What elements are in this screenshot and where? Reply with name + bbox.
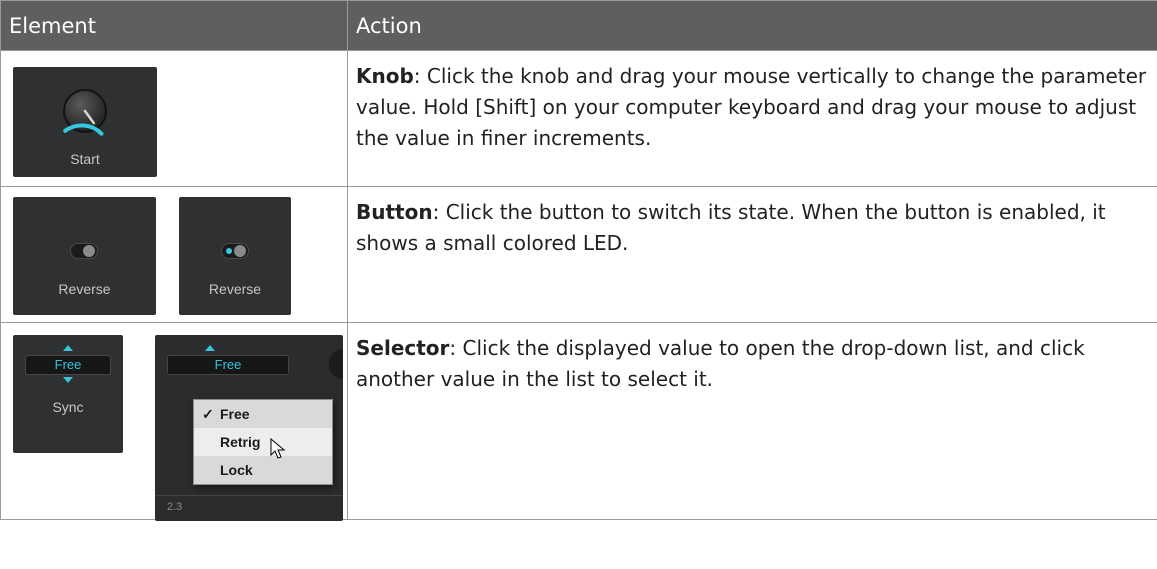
action-description: Button: Click the button to switch its s… <box>348 187 1157 259</box>
selector-value[interactable]: Free <box>25 355 111 375</box>
knob-icon[interactable] <box>13 67 157 147</box>
background-readout: 2.3 <box>167 501 183 513</box>
description-text: : Click the knob and drag your mouse ver… <box>356 64 1147 150</box>
action-description: Knob: Click the knob and drag your mouse… <box>348 51 1157 154</box>
term-selector: Selector <box>356 336 450 360</box>
term-button: Button <box>356 200 433 224</box>
table-row: Free Sync Free 2.3 ✓ Free Retrig Lock Se… <box>0 322 1157 521</box>
term-knob: Knob <box>356 64 414 88</box>
description-text: : Click the displayed value to open the … <box>356 336 1085 391</box>
button-on-panel: Reverse <box>179 197 291 315</box>
selector-closed-panel: Free Sync <box>13 335 123 453</box>
element-cell-selector: Free Sync Free 2.3 ✓ Free Retrig Lock <box>0 322 348 521</box>
selector-value-open[interactable]: Free <box>167 355 289 375</box>
element-action-table: Element Action Start Knob: Click the kno… <box>0 0 1157 521</box>
dropdown-option-retrig[interactable]: Retrig <box>194 428 332 459</box>
element-cell-knob: Start <box>0 50 348 187</box>
checkmark-icon: ✓ <box>202 406 214 422</box>
dropdown-option-free[interactable]: ✓ Free <box>194 400 332 428</box>
button-on-label: Reverse <box>208 281 262 297</box>
knob-label: Start <box>70 151 100 167</box>
action-cell-button: Button: Click the button to switch its s… <box>347 186 1157 323</box>
button-off-label: Reverse <box>58 281 111 297</box>
arrow-up-icon[interactable] <box>63 345 73 351</box>
selector-open-panel: Free 2.3 ✓ Free Retrig Lock <box>155 335 343 521</box>
knob-panel: Start <box>13 67 157 177</box>
action-cell-selector: Selector: Click the displayed value to o… <box>347 322 1157 520</box>
selector-label: Sync <box>52 399 84 415</box>
table-row: Start Knob: Click the knob and drag your… <box>0 50 1157 187</box>
description-text: : Click the button to switch its state. … <box>356 200 1106 255</box>
table-header-row: Element Action <box>0 0 1157 51</box>
table-row: Reverse Reverse Button: Click the button… <box>0 186 1157 323</box>
arrow-up-icon[interactable] <box>205 345 215 351</box>
led-indicator <box>226 248 232 254</box>
toggle-off-icon[interactable] <box>70 243 98 259</box>
dropdown-option-lock[interactable]: Lock <box>194 456 332 484</box>
button-off-panel: Reverse <box>13 197 156 315</box>
element-cell-button: Reverse Reverse <box>0 186 348 323</box>
arrow-down-icon[interactable] <box>63 377 73 383</box>
column-header-element: Element <box>0 0 348 51</box>
action-description: Selector: Click the displayed value to o… <box>348 323 1157 395</box>
toggle-on-icon[interactable] <box>221 243 249 259</box>
column-header-action: Action <box>347 0 1157 51</box>
selector-dropdown: ✓ Free Retrig Lock <box>193 399 333 485</box>
action-cell-knob: Knob: Click the knob and drag your mouse… <box>347 50 1157 187</box>
